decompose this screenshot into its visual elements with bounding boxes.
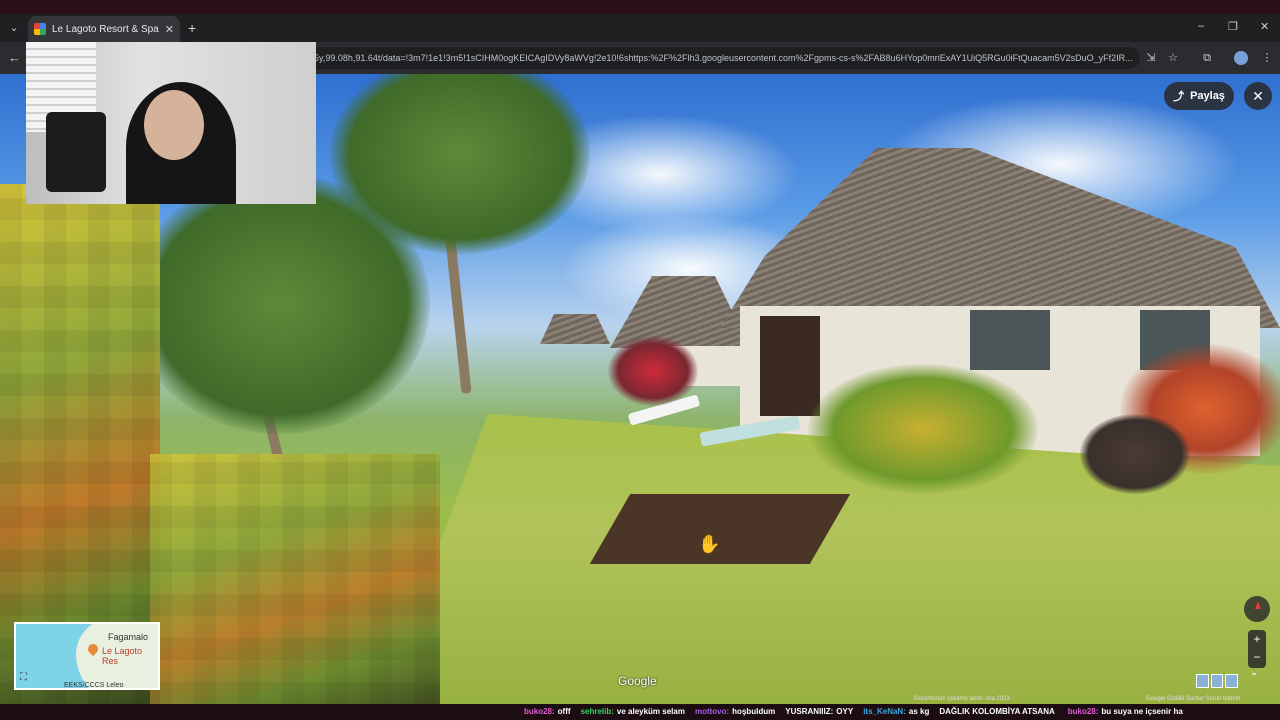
- chat-message: bu suya ne içsenir ha: [1101, 707, 1183, 716]
- pixelated-foliage: [150, 454, 440, 704]
- microphone: [46, 112, 106, 192]
- zoom-in-button[interactable]: +: [1248, 630, 1266, 648]
- back-arrow-icon[interactable]: ←: [8, 50, 21, 65]
- share-icon: ⤴: [1173, 91, 1185, 103]
- chat-username: sehrelib:: [580, 707, 614, 716]
- bungalow-door: [760, 316, 820, 416]
- image-capture-date: Görüntünün çekilme tarihi: Ara 2023: [914, 696, 1010, 702]
- install-app-icon[interactable]: ⇲: [1144, 51, 1158, 65]
- chat-username: DAĞLIK KOLOMBİYA ATSANA: [939, 707, 1055, 716]
- tab-le-lagoto[interactable]: Le Lagoto Resort & Spa - Goog ✕: [28, 16, 180, 42]
- menu-dots-icon[interactable]: ⋮: [1260, 51, 1274, 65]
- share-button[interactable]: ⤴ Paylaş: [1164, 82, 1234, 110]
- extensions-icon[interactable]: ⧉: [1200, 51, 1214, 65]
- tab-close-icon[interactable]: ✕: [165, 23, 174, 36]
- hand-cursor-icon: ✋: [698, 534, 721, 554]
- google-logo: Google: [618, 674, 657, 688]
- bookmark-star-icon[interactable]: ☆: [1166, 51, 1180, 65]
- palm-leaves: [130, 174, 430, 434]
- shrub: [808, 364, 1038, 494]
- minimap-hotel-label: Le Lagoto Res: [102, 646, 143, 666]
- chat-message: hoşbuldum: [732, 707, 776, 716]
- chat-username: YUSRANIIIZ:: [785, 707, 834, 716]
- chat-username: mottovo:: [694, 707, 730, 716]
- chat-username: buko28:: [1067, 707, 1099, 716]
- minimap-place-label: Fagamalo: [108, 632, 149, 642]
- fullscreen-icon[interactable]: ⛶: [20, 672, 34, 686]
- footer-links[interactable]: Google Gizlilik Şartlar Sorun bildirin: [1146, 696, 1240, 702]
- maximize-button[interactable]: ❐: [1228, 20, 1238, 33]
- bungalow-roof: [540, 314, 610, 344]
- minimap[interactable]: Fagamalo Le Lagoto Res EEKS/CCCS Leleo ⛶: [14, 622, 160, 690]
- screen: ⌄ Le Lagoto Resort & Spa - Goog ✕ + – ❐ …: [0, 0, 1280, 720]
- expand-up-icon[interactable]: ⌃: [1250, 672, 1258, 683]
- tab-search-icon[interactable]: ⌄: [6, 20, 22, 36]
- browser-tab-strip: ⌄ Le Lagoto Resort & Spa - Goog ✕ + – ❐ …: [0, 0, 1280, 42]
- zoom-control[interactable]: + −: [1248, 630, 1266, 668]
- chat-ticker: buko28: offf sehrelib: ve aleyküm selam mott…: [0, 704, 1280, 720]
- chat-message: ve aleyküm selam: [616, 707, 685, 716]
- share-label: Paylaş: [1190, 90, 1225, 102]
- rock: [1080, 414, 1190, 494]
- google-maps-favicon-icon: [34, 23, 46, 35]
- new-tab-button[interactable]: +: [188, 20, 196, 36]
- streamer-head: [144, 90, 204, 160]
- imagery-thumbnails[interactable]: [1196, 674, 1239, 688]
- shrub: [608, 336, 698, 406]
- bungalow-window: [970, 310, 1050, 370]
- chat-message: OYY: [836, 707, 854, 716]
- address-bar[interactable]: 5y,99.08h,91.64t/data=!3m7!1e1!3m5!1sCIH…: [300, 47, 1140, 69]
- profile-avatar-icon[interactable]: [1234, 51, 1248, 65]
- tab-title: Le Lagoto Resort & Spa - Goog: [52, 23, 159, 35]
- close-street-view-button[interactable]: ✕: [1244, 82, 1272, 110]
- zoom-out-button[interactable]: −: [1248, 648, 1266, 666]
- chat-message: offf: [557, 707, 571, 716]
- chat-message: as kg: [908, 707, 930, 716]
- chat-username: buko28:: [524, 707, 555, 716]
- webcam-overlay: [26, 42, 316, 204]
- chat-username: its_KeNaN:: [863, 707, 906, 716]
- minimize-button[interactable]: –: [1198, 20, 1204, 32]
- close-window-button[interactable]: ✕: [1260, 20, 1269, 33]
- compass-icon[interactable]: [1244, 596, 1270, 622]
- minimap-attribution: EEKS/CCCS Leleo: [64, 682, 124, 689]
